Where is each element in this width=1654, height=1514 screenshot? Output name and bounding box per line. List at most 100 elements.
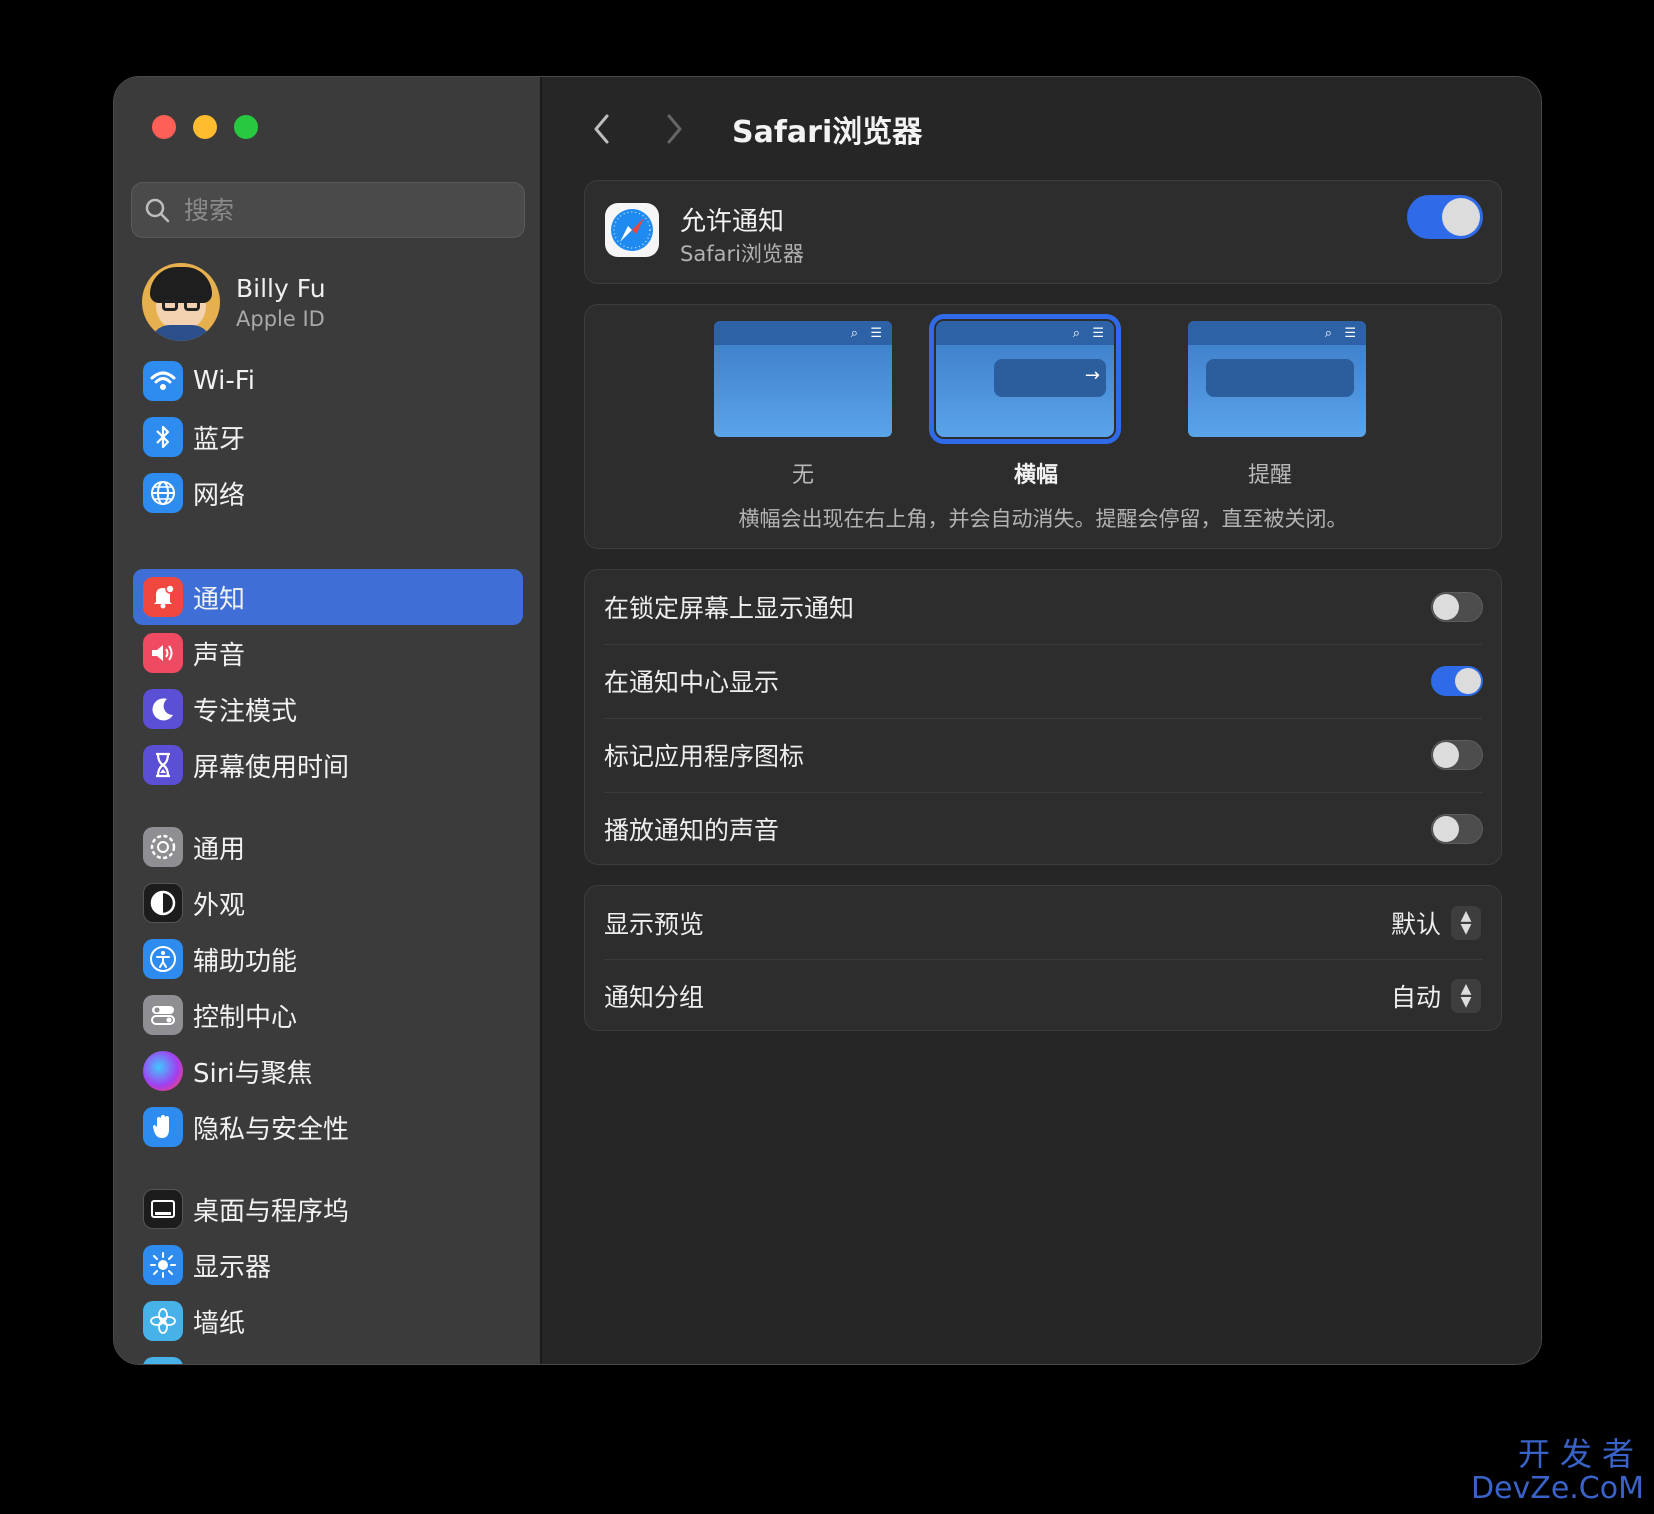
siri-icon [143,1051,183,1091]
alert-style-card: ⌕ ☰ ⌕ ☰ → ⌕ ☰ 无 横幅 提醒 横幅会出现在右上角，并会自动消失。提… [584,304,1502,549]
sidebar-item-privacy[interactable]: 隐私与安全性 [133,1099,523,1155]
flower-icon [143,1301,183,1341]
sidebar-item-accessibility[interactable]: 辅助功能 [133,931,523,987]
chevron-right-icon [667,114,682,144]
control-center-icon: ☰ [1092,326,1104,341]
bluetooth-icon [143,417,183,457]
sidebar: Billy Fu Apple ID Wi-Fi 蓝牙 网 [114,77,542,1364]
sidebar-item-notifications[interactable]: 通知 [133,569,523,625]
lock-screen-row: 在锁定屏幕上显示通知 [585,570,1501,644]
sidebar-item-label: 声音 [193,640,246,671]
alert-style-none-option[interactable]: ⌕ ☰ [714,321,892,437]
sidebar-item-label: 辅助功能 [193,946,298,977]
sun-icon [143,1245,183,1285]
sidebar-item-label: 外观 [193,890,246,921]
window-controls [152,115,258,139]
row-label: 显示预览 [604,910,705,939]
bell-icon [143,577,183,617]
sidebar-item-sound[interactable]: 声音 [133,625,523,681]
notification-options-card: 在锁定屏幕上显示通知 在通知中心显示 标记应用程序图标 播放通知的声音 [584,569,1502,865]
sidebar-item-label: 通知 [193,584,246,615]
sidebar-item-screen-time[interactable]: 屏幕使用时间 [133,737,523,793]
show-previews-row: 显示预览 默认 ▲ ▼ [585,886,1501,960]
row-label: 播放通知的声音 [604,816,780,845]
zoom-window-button[interactable] [234,115,258,139]
badge-icon-toggle[interactable] [1431,740,1483,770]
search-input[interactable] [184,195,484,225]
avatar [142,263,220,341]
row-label: 通知分组 [604,983,705,1012]
allow-notifications-toggle[interactable] [1407,195,1483,239]
alert-style-description: 横幅会出现在右上角，并会自动消失。提醒会停留，直至被关闭。 [738,507,1348,531]
speaker-icon [143,633,183,673]
lock-screen-toggle[interactable] [1431,592,1483,622]
appearance-icon [143,883,183,923]
notification-grouping-value[interactable]: 自动 [1391,978,1441,1014]
sidebar-item-control-center[interactable]: 控制中心 [133,987,523,1043]
profile-subtitle: Apple ID [236,306,325,331]
chevron-down-icon: ▼ [1460,921,1472,937]
sidebar-item-label: 专注模式 [193,696,298,727]
watermark-line2: DevZe.CoM [1470,1471,1644,1506]
sidebar-item-label: Wi-Fi [193,366,256,396]
sidebar-item-label: 通用 [193,834,246,865]
forward-button[interactable] [656,111,692,147]
settings-window: Billy Fu Apple ID Wi-Fi 蓝牙 网 [113,76,1542,1365]
alert-style-alert-option[interactable]: ⌕ ☰ [1188,321,1366,437]
notification-center-row: 在通知中心显示 [585,644,1501,718]
search-icon: ⌕ [850,326,858,341]
allow-notifications-card: 允许通知 Safari浏览器 [584,180,1502,284]
accessibility-icon [143,939,183,979]
sidebar-item-bluetooth[interactable]: 蓝牙 [133,409,523,465]
sidebar-item-desktop-dock[interactable]: 桌面与程序坞 [133,1181,523,1237]
search-icon: ⌕ [1324,326,1332,341]
sidebar-item-siri[interactable]: Siri与聚焦 [133,1043,523,1099]
sidebar-item-wifi[interactable]: Wi-Fi [133,353,523,409]
preview-grouping-card: 显示预览 默认 ▲ ▼ 通知分组 自动 ▲ ▼ [584,885,1502,1031]
sidebar-item-label: 隐私与安全性 [193,1114,350,1145]
row-label: 在通知中心显示 [604,668,780,697]
search-field[interactable] [131,182,525,238]
sidebar-item-appearance[interactable]: 外观 [133,875,523,931]
sidebar-item-label: 显示器 [193,1252,272,1283]
control-center-icon [143,995,183,1035]
back-button[interactable] [584,111,620,147]
alert-style-alert-label: 提醒 [1247,463,1292,488]
play-sound-toggle[interactable] [1431,814,1483,844]
control-center-icon: ☰ [870,326,882,341]
show-previews-value[interactable]: 默认 [1391,905,1441,941]
notification-grouping-stepper[interactable]: ▲ ▼ [1451,979,1481,1013]
main-pane: Safari浏览器 允许通知 Safari浏览器 ⌕ ☰ ⌕ ☰ → ⌕ ☰ 无… [544,77,1541,1364]
chevron-down-icon: ▼ [1460,994,1472,1010]
gear-icon [143,827,183,867]
wifi-icon [143,361,183,401]
arrow-right-icon: → [1084,365,1100,386]
alert-style-banner-label: 横幅 [1013,463,1058,488]
sidebar-item-label: 控制中心 [193,1002,298,1033]
badge-icon-row: 标记应用程序图标 [585,718,1501,792]
alert-style-none-label: 无 [791,463,814,488]
app-name-label: Safari浏览器 [680,242,804,266]
sidebar-item-network[interactable]: 网络 [133,465,523,521]
page-title: Safari浏览器 [732,115,923,150]
sidebar-item-focus[interactable]: 专注模式 [133,681,523,737]
close-window-button[interactable] [152,115,176,139]
apple-id-profile[interactable]: Billy Fu Apple ID [142,263,326,341]
sidebar-item-label: Siri与聚焦 [193,1058,313,1089]
sidebar-item-displays[interactable]: 显示器 [133,1237,523,1293]
sidebar-item-partial[interactable] [133,1349,523,1364]
screensaver-icon [143,1357,183,1364]
sidebar-item-label: 屏幕使用时间 [193,752,350,783]
notification-grouping-row: 通知分组 自动 ▲ ▼ [585,959,1501,1033]
globe-icon [143,473,183,513]
sidebar-item-wallpaper[interactable]: 墙纸 [133,1293,523,1349]
alert-style-banner-option[interactable]: ⌕ ☰ → [929,314,1121,444]
search-icon: ⌕ [1072,326,1080,341]
sidebar-item-general[interactable]: 通用 [133,819,523,875]
control-center-icon: ☰ [1344,326,1356,341]
moon-icon [143,689,183,729]
notification-center-toggle[interactable] [1431,666,1483,696]
minimize-window-button[interactable] [193,115,217,139]
chevron-left-icon [594,114,609,144]
show-previews-stepper[interactable]: ▲ ▼ [1451,906,1481,940]
